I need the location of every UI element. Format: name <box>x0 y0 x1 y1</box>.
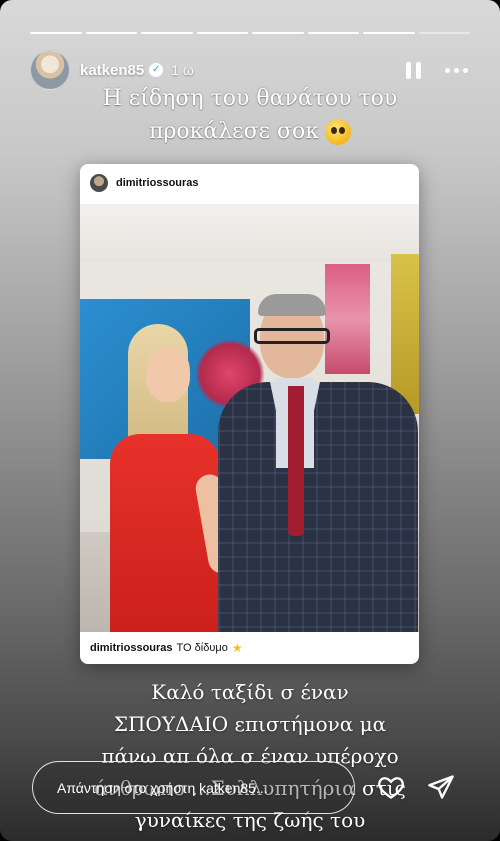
shared-post-card[interactable]: dimitriossouras dimitriossouras ΤΟ δίδυμ… <box>80 164 419 664</box>
caption-line: προκάλεσε σοκ <box>148 119 319 144</box>
progress-segment <box>141 32 193 34</box>
username[interactable]: katken85 <box>80 62 144 79</box>
pleading-face-icon <box>325 118 351 145</box>
progress-segment <box>196 32 248 34</box>
progress-segment <box>85 32 137 34</box>
progress-segment <box>252 32 304 34</box>
caption-line: ΣΠΟΥΔΑΙΟ επιστήμονα μα <box>113 712 387 736</box>
reply-bar: Απάντηση στο χρήστη katken85... <box>0 761 500 841</box>
pause-icon[interactable] <box>402 59 424 81</box>
star-icon: ★ <box>231 641 243 655</box>
post-footer-username: dimitriossouras <box>90 642 173 654</box>
more-options-icon[interactable] <box>442 59 470 81</box>
post-time: 1 ω <box>171 62 194 78</box>
progress-segment <box>363 32 415 34</box>
post-avatar <box>90 174 108 192</box>
post-footer: dimitriossouras ΤΟ δίδυμο ★ <box>80 632 419 664</box>
progress-segment <box>30 32 82 34</box>
progress-bar <box>30 32 470 34</box>
progress-segment <box>307 32 359 34</box>
post-photo <box>80 204 419 632</box>
progress-segment <box>418 32 470 34</box>
reply-input[interactable]: Απάντηση στο χρήστη katken85... <box>32 761 355 814</box>
caption-line: Καλό ταξίδι σ έναν <box>151 680 349 704</box>
post-footer-text: ΤΟ δίδυμο <box>176 642 228 654</box>
verified-badge-icon: ✓ <box>149 63 164 77</box>
caption-line: Η είδηση του θανάτου του <box>102 86 398 111</box>
story-caption-top: Η είδηση του θανάτου του προκάλεσε σοκ <box>30 82 470 148</box>
post-username: dimitriossouras <box>116 177 199 189</box>
story-viewer[interactable]: katken85 ✓ 1 ω Η είδηση του θανάτου του … <box>0 0 500 841</box>
send-icon[interactable] <box>426 773 456 801</box>
photo-man <box>218 294 418 632</box>
post-header: dimitriossouras <box>80 164 419 202</box>
heart-icon[interactable] <box>377 773 405 801</box>
